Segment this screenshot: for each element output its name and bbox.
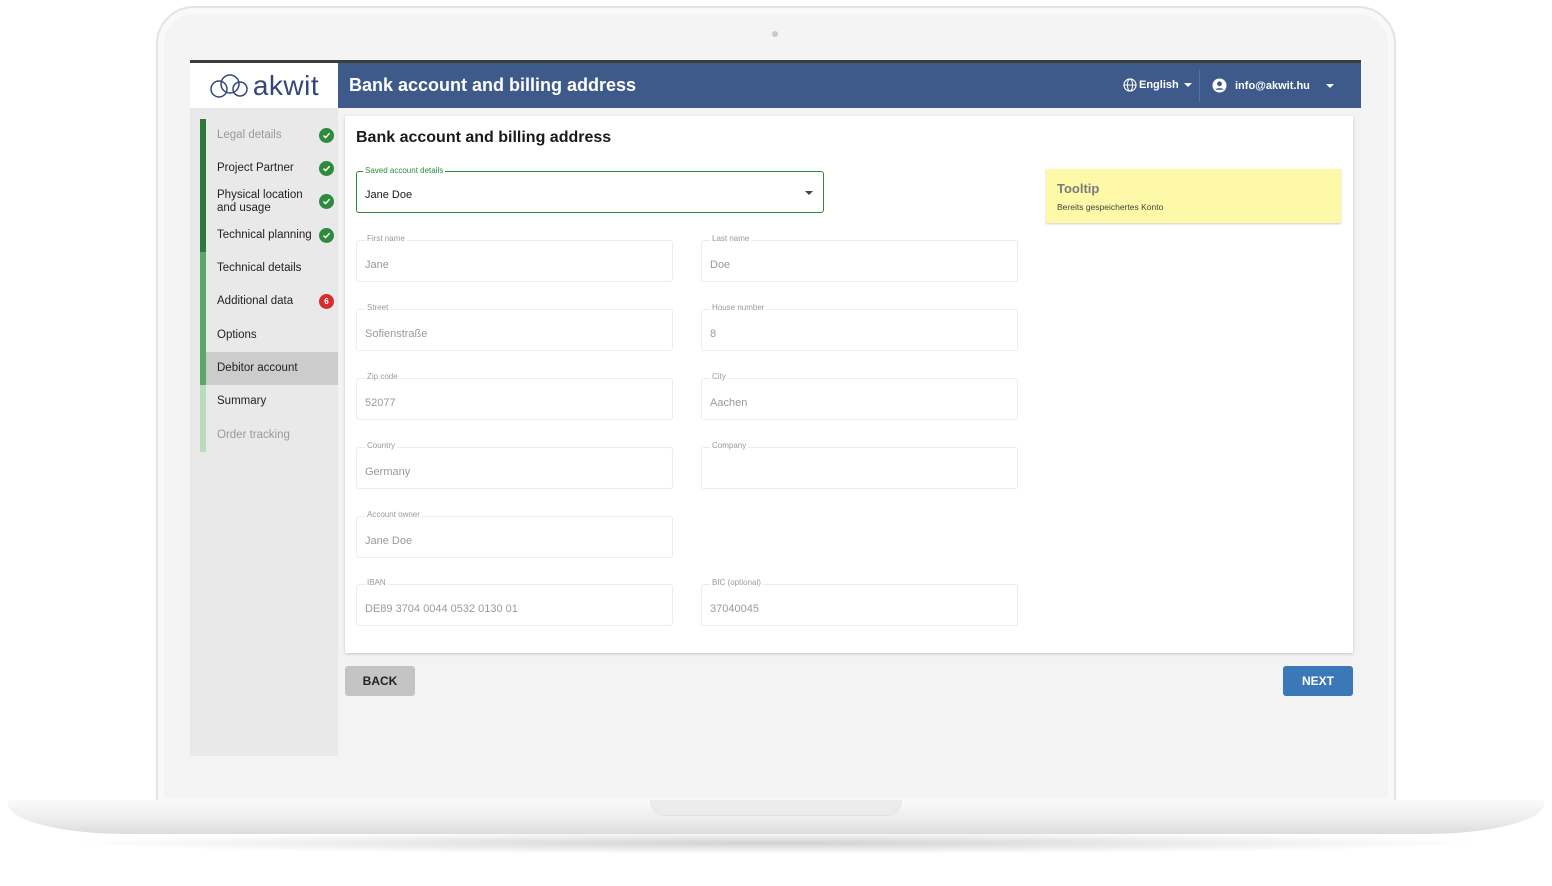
saved-account-select[interactable]: Saved account details Jane Doe bbox=[356, 166, 824, 213]
field-label: Street bbox=[365, 303, 391, 312]
first-name-field[interactable]: First name Jane bbox=[356, 234, 673, 282]
field-label: City bbox=[710, 372, 728, 381]
camera-icon bbox=[772, 31, 778, 37]
sidebar-item-technical-planning[interactable]: Technical planning bbox=[206, 219, 338, 252]
field-value: Doe bbox=[710, 259, 731, 271]
sidebar-item-options[interactable]: Options bbox=[206, 319, 338, 352]
sidebar-item-technical-details[interactable]: Technical details bbox=[206, 252, 338, 285]
cloud-logo-icon bbox=[210, 73, 248, 98]
sidebar-item-legal-details[interactable]: Legal details bbox=[206, 119, 338, 152]
sidebar: Legal details Project Partner Physical l… bbox=[190, 108, 338, 756]
account-owner-field[interactable]: Account owner Jane Doe bbox=[356, 510, 673, 558]
check-icon bbox=[319, 228, 334, 243]
chevron-down-icon bbox=[805, 191, 813, 195]
sidebar-item-label: Technical details bbox=[217, 262, 302, 274]
user-email: info@akwit.hu bbox=[1235, 79, 1310, 92]
laptop-notch bbox=[650, 800, 902, 816]
field-value: 52077 bbox=[365, 397, 396, 409]
field-label: Zip code bbox=[365, 372, 400, 381]
logo-text: akwit bbox=[252, 69, 320, 101]
zip-code-field[interactable]: Zip code 52077 bbox=[356, 372, 673, 420]
field-label: Account owner bbox=[365, 510, 422, 519]
globe-icon bbox=[1123, 78, 1137, 92]
field-value: Jane bbox=[365, 259, 389, 271]
field-value: Sofienstraße bbox=[365, 328, 428, 340]
app-screen: akwit Bank account and billing address E… bbox=[190, 60, 1361, 756]
field-label: House number bbox=[710, 303, 767, 312]
sidebar-item-label: Debitor account bbox=[217, 362, 298, 374]
chevron-down-icon bbox=[1183, 83, 1192, 87]
tooltip-panel: Tooltip Bereits gespeichertes Konto bbox=[1046, 169, 1341, 223]
sidebar-item-order-tracking[interactable]: Order tracking bbox=[206, 419, 338, 452]
field-label: Company bbox=[710, 441, 749, 450]
field-value: DE89 3704 0044 0532 0130 01 bbox=[365, 603, 518, 615]
next-button[interactable]: NEXT bbox=[1283, 666, 1353, 696]
field-value: 8 bbox=[710, 328, 717, 340]
sidebar-item-label: Order tracking bbox=[217, 429, 290, 441]
iban-field[interactable]: IBAN DE89 3704 0044 0532 0130 01 bbox=[356, 578, 673, 626]
field-label: Country bbox=[365, 441, 398, 450]
sidebar-item-debitor-account[interactable]: Debitor account bbox=[206, 352, 338, 385]
sidebar-item-label: Summary bbox=[217, 395, 267, 407]
field-value: Jane Doe bbox=[365, 189, 413, 201]
page-title: Bank account and billing address bbox=[349, 75, 637, 95]
field-label: First name bbox=[365, 234, 407, 243]
street-field[interactable]: Street Sofienstraße bbox=[356, 303, 673, 351]
field-label: BIC (optional) bbox=[710, 578, 763, 587]
user-menu[interactable]: info@akwit.hu bbox=[1199, 69, 1342, 102]
sidebar-item-additional-data[interactable]: Additional data 6 bbox=[206, 285, 338, 318]
field-label: Saved account details bbox=[363, 166, 446, 175]
last-name-field[interactable]: Last name Doe bbox=[701, 234, 1018, 282]
logo[interactable]: akwit bbox=[190, 63, 338, 108]
account-icon bbox=[1212, 78, 1227, 93]
error-count-badge: 6 bbox=[319, 294, 334, 309]
field-value: Jane Doe bbox=[365, 535, 413, 547]
company-field[interactable]: Company bbox=[701, 441, 1018, 489]
field-value: Germany bbox=[365, 466, 411, 478]
house-number-field[interactable]: House number 8 bbox=[701, 303, 1018, 351]
header: Bank account and billing address English… bbox=[338, 63, 1361, 108]
city-field[interactable]: City Aachen bbox=[701, 372, 1018, 420]
tooltip-text: Bereits gespeichertes Konto bbox=[1057, 202, 1164, 212]
check-icon bbox=[319, 128, 334, 143]
check-icon bbox=[319, 161, 334, 176]
form-card: Bank account and billing address Saved a… bbox=[345, 116, 1353, 653]
field-value: Aachen bbox=[710, 397, 748, 409]
form-title: Bank account and billing address bbox=[356, 129, 612, 146]
sidebar-item-project-partner[interactable]: Project Partner bbox=[206, 152, 338, 185]
check-icon bbox=[319, 194, 334, 209]
tooltip-title: Tooltip bbox=[1057, 181, 1100, 196]
field-label: IBAN bbox=[365, 578, 388, 587]
sidebar-item-label: Options bbox=[217, 329, 257, 341]
language-selector[interactable]: English bbox=[1123, 78, 1192, 92]
sidebar-item-physical-location[interactable]: Physical location and usage bbox=[206, 185, 338, 218]
sidebar-item-summary[interactable]: Summary bbox=[206, 385, 338, 418]
laptop-shadow bbox=[60, 832, 1492, 854]
field-value: 37040045 bbox=[710, 603, 759, 615]
country-field[interactable]: Country Germany bbox=[356, 441, 673, 489]
language-label: English bbox=[1139, 79, 1179, 91]
field-label: Last name bbox=[710, 234, 752, 243]
chevron-down-icon bbox=[1325, 83, 1334, 88]
back-button[interactable]: BACK bbox=[345, 666, 415, 696]
bic-field[interactable]: BIC (optional) 37040045 bbox=[701, 578, 1018, 626]
